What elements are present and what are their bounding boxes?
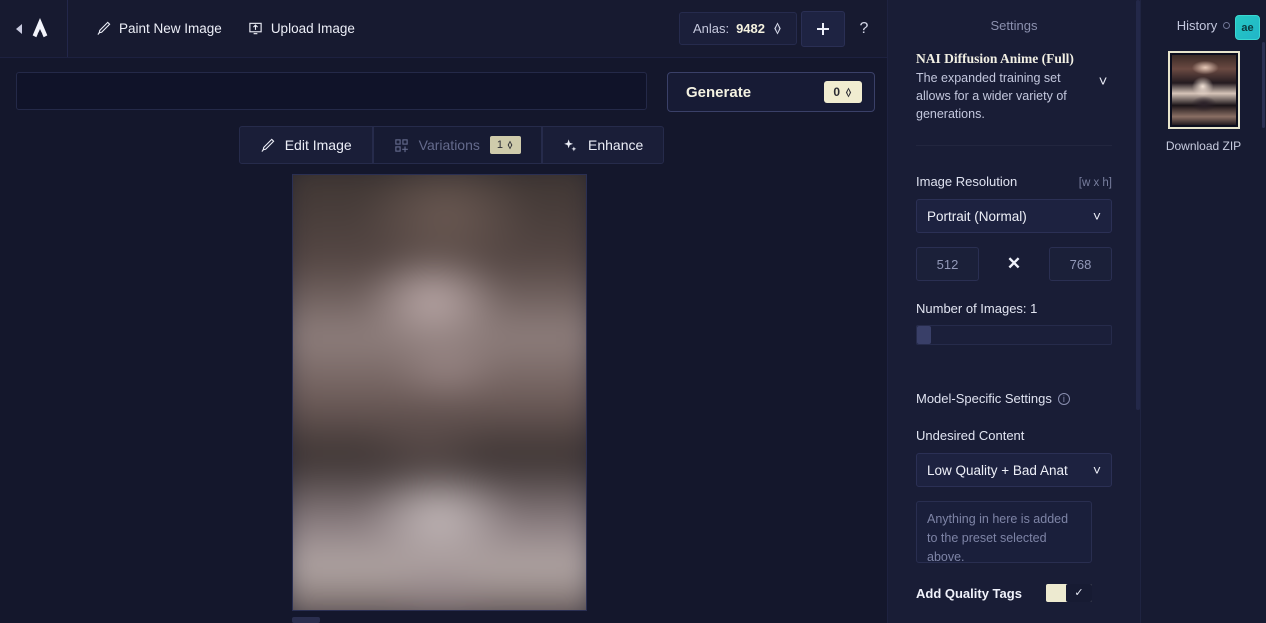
paint-new-image-label: Paint New Image bbox=[119, 21, 222, 36]
help-button[interactable]: ? bbox=[851, 14, 877, 44]
top-bar: Paint New Image Upload Image Anlas: 9482 bbox=[0, 0, 887, 58]
sparkle-icon bbox=[564, 138, 577, 151]
settings-inner: Settings NAI Diffusion Anime (Full) The … bbox=[888, 0, 1140, 623]
slider-handle[interactable] bbox=[917, 326, 931, 345]
tab-enhance-label: Enhance bbox=[588, 137, 644, 153]
tab-variations-badge: 1 bbox=[489, 136, 521, 154]
upload-icon bbox=[249, 22, 262, 35]
divider bbox=[916, 145, 1112, 147]
check-icon: ✓ bbox=[1066, 584, 1092, 603]
number-of-images-value: 1 bbox=[1030, 301, 1038, 317]
anlas-icon bbox=[774, 22, 781, 35]
history-scrollbar[interactable] bbox=[1262, 42, 1265, 128]
number-of-images-text: Number of Images: bbox=[916, 301, 1027, 317]
chevron-down-icon: ˅ bbox=[1092, 462, 1101, 479]
resolution-hint: [w x h] bbox=[1078, 177, 1112, 190]
plus-icon bbox=[817, 22, 829, 35]
tab-enhance[interactable]: Enhance bbox=[542, 126, 665, 164]
model-description: The expanded training set allows for a w… bbox=[916, 71, 1067, 121]
download-zip-button[interactable]: Download ZIP bbox=[1141, 139, 1266, 153]
prompt-row: Generate 0 bbox=[0, 58, 887, 112]
novelai-logo bbox=[32, 17, 48, 37]
grid-plus-icon bbox=[394, 138, 408, 152]
brush-icon bbox=[261, 138, 275, 152]
undesired-content-preset-select[interactable]: Low Quality + Bad Anat ˅ bbox=[916, 453, 1112, 488]
chevron-down-icon: ˅ bbox=[1092, 208, 1101, 225]
history-title: History bbox=[1176, 18, 1218, 33]
model-name: NAI Diffusion Anime (Full) bbox=[916, 51, 1074, 66]
anlas-icon bbox=[507, 140, 513, 150]
add-quality-tags-toggle[interactable]: ✓ bbox=[1046, 584, 1092, 603]
app-root: Paint New Image Upload Image Anlas: 9482 bbox=[0, 0, 1266, 623]
upload-image-button[interactable]: Upload Image bbox=[246, 17, 357, 40]
width-input[interactable] bbox=[916, 247, 979, 282]
resolution-preset-select[interactable]: Portrait (Normal) ˅ bbox=[916, 199, 1112, 234]
add-quality-tags-label: Add Quality Tags bbox=[916, 585, 1022, 601]
number-of-images-slider[interactable] bbox=[916, 325, 1112, 346]
anlas-icon bbox=[845, 87, 852, 97]
info-icon[interactable]: i bbox=[1057, 392, 1070, 405]
number-of-images-label: Number of Images: 1 bbox=[916, 301, 1112, 316]
chevron-left-icon[interactable] bbox=[16, 23, 22, 34]
history-thumbnail[interactable] bbox=[1167, 51, 1240, 129]
resolution-section-header: Image Resolution [w x h] bbox=[916, 174, 1112, 189]
generate-button[interactable]: Generate 0 bbox=[667, 72, 875, 112]
generated-image[interactable] bbox=[292, 174, 587, 611]
history-panel: History ae Download ZIP bbox=[1140, 0, 1266, 623]
extension-badge[interactable]: ae bbox=[1235, 15, 1260, 40]
image-action-tabs: Edit Image Variations 1 Enhance bbox=[0, 126, 887, 164]
tab-variations-label: Variations bbox=[418, 137, 480, 153]
model-specific-settings-header: Model-Specific Settings i bbox=[916, 391, 1112, 406]
prompt-input[interactable] bbox=[16, 72, 647, 110]
tab-edit-image-label: Edit Image bbox=[284, 137, 352, 153]
image-resolution-label: Image Resolution bbox=[916, 174, 1018, 190]
generate-cost-value: 0 bbox=[833, 85, 840, 99]
anlas-balance[interactable]: Anlas: 9482 bbox=[678, 12, 797, 45]
main-column: Paint New Image Upload Image Anlas: 9482 bbox=[0, 0, 888, 623]
tab-variations-badge-value: 1 bbox=[496, 139, 503, 151]
chevron-down-icon[interactable]: ˅ bbox=[1094, 51, 1112, 90]
generate-label: Generate bbox=[686, 83, 752, 101]
tab-variations[interactable]: Variations 1 bbox=[372, 126, 542, 164]
logo-zone[interactable] bbox=[0, 0, 68, 57]
model-text: NAI Diffusion Anime (Full) The expanded … bbox=[916, 51, 1088, 123]
settings-panel: Settings NAI Diffusion Anime (Full) The … bbox=[888, 0, 1140, 623]
add-anlas-button[interactable] bbox=[801, 10, 845, 47]
image-toolbar-stub bbox=[292, 617, 320, 623]
anlas-label: Anlas: bbox=[692, 21, 730, 36]
add-quality-tags-row: Add Quality Tags ✓ bbox=[916, 584, 1092, 603]
undesired-content-label: Undesired Content bbox=[916, 428, 1025, 444]
generated-image-content bbox=[293, 175, 586, 610]
multiply-icon: ✕ bbox=[1006, 254, 1022, 274]
resolution-preset-value: Portrait (Normal) bbox=[927, 208, 1027, 224]
dimensions-row: ✕ bbox=[916, 247, 1112, 282]
paint-new-image-button[interactable]: Paint New Image bbox=[94, 17, 224, 40]
undesired-content-preset-value: Low Quality + Bad Anat bbox=[927, 462, 1068, 478]
model-specific-settings-label: Model-Specific Settings bbox=[916, 391, 1052, 407]
height-input[interactable] bbox=[1049, 247, 1112, 282]
history-thumbnail-image bbox=[1171, 55, 1236, 125]
topbar-right: Anlas: 9482 ? bbox=[678, 0, 877, 57]
brush-icon bbox=[97, 21, 111, 35]
undesired-content-textarea[interactable] bbox=[916, 501, 1092, 564]
anlas-value: 9482 bbox=[736, 21, 765, 36]
tab-edit-image[interactable]: Edit Image bbox=[238, 126, 373, 164]
generate-cost-badge: 0 bbox=[824, 81, 862, 103]
circle-icon bbox=[1223, 22, 1231, 29]
settings-title: Settings bbox=[990, 18, 1038, 33]
model-selector[interactable]: NAI Diffusion Anime (Full) The expanded … bbox=[916, 45, 1112, 123]
topbar-actions: Paint New Image Upload Image bbox=[94, 17, 357, 40]
upload-image-label: Upload Image bbox=[270, 21, 355, 36]
